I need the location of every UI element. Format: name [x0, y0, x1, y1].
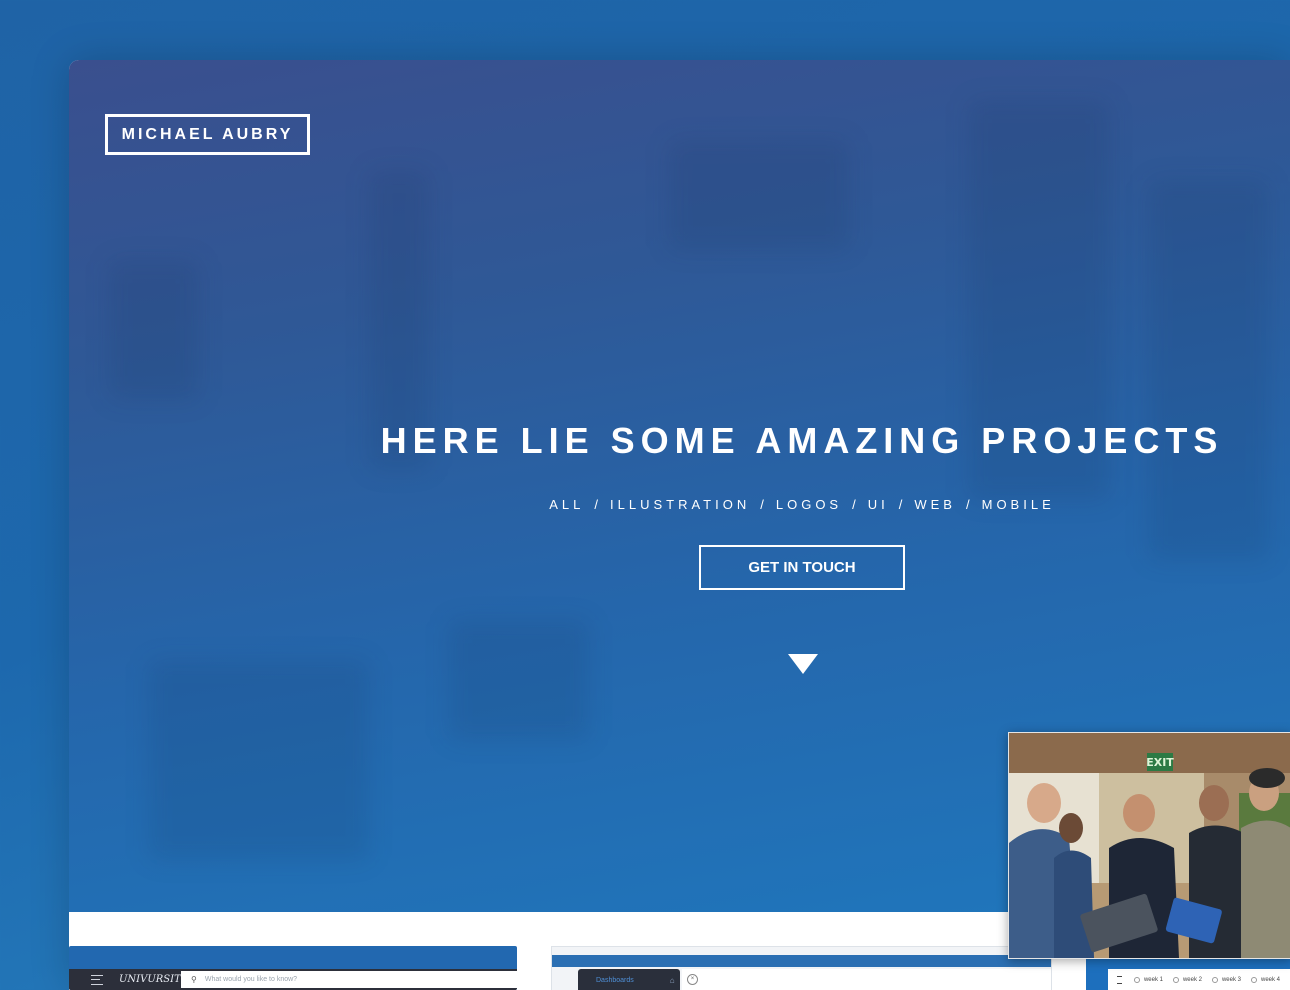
- filter-all[interactable]: ALL: [549, 497, 584, 512]
- background-shape: [149, 660, 369, 860]
- project-card-dashboard[interactable]: Dashboards ⌂ ×: [551, 946, 1052, 990]
- preview-top-band: [552, 955, 1051, 967]
- close-icon: ×: [687, 974, 698, 985]
- filter-separator: /: [965, 497, 974, 512]
- preview-sidebar-label: Dashboards: [596, 976, 634, 984]
- team-photo: EXIT: [1008, 732, 1290, 959]
- radio-icon: [1211, 976, 1218, 983]
- radio-icon: [1133, 976, 1140, 983]
- week-item: week 1: [1133, 976, 1163, 983]
- week-item: week 3: [1211, 976, 1241, 983]
- site-logo[interactable]: MICHAEL AUBRY: [105, 114, 310, 155]
- exit-sign-text: EXIT: [1146, 756, 1174, 769]
- preview-search-placeholder: What would you like to know?: [204, 976, 298, 983]
- filter-separator: /: [594, 497, 603, 512]
- background-shape: [109, 260, 199, 400]
- search-icon: ⚲: [191, 975, 197, 984]
- week-label: week 1: [1143, 976, 1163, 983]
- week-label: week 3: [1221, 976, 1241, 983]
- week-label: week 4: [1260, 976, 1280, 983]
- filter-illustration[interactable]: ILLUSTRATION: [610, 497, 750, 512]
- get-in-touch-label: GET IN TOUCH: [748, 559, 856, 576]
- hamburger-icon: [1117, 975, 1122, 984]
- week-label: week 2: [1182, 976, 1202, 983]
- team-photo-image: EXIT: [1009, 733, 1290, 958]
- background-shape: [669, 140, 849, 250]
- category-filter-nav: ALL / ILLUSTRATION / LOGOS / UI / WEB / …: [369, 497, 1235, 512]
- triangle-down-icon[interactable]: [788, 654, 818, 674]
- preview-brand: UNIVURSITY: [119, 974, 188, 985]
- page-headline: HERE LIE SOME AMAZING PROJECTS: [380, 420, 1224, 461]
- filter-separator: /: [852, 497, 860, 512]
- week-item: week 2: [1172, 976, 1202, 983]
- preview-app-bar: UNIVURSITY ⚲ What would you like to know…: [69, 969, 517, 990]
- hamburger-icon: [91, 974, 103, 985]
- project-card-schedule[interactable]: week 1 week 2 week 3 week 4: [1086, 957, 1290, 990]
- radio-icon: [1172, 976, 1179, 983]
- preview-sidebar: Dashboards ⌂: [578, 969, 680, 990]
- preview-search-bar: ⚲ What would you like to know?: [181, 971, 517, 988]
- preview-week-bar: week 1 week 2 week 3 week 4: [1108, 969, 1290, 990]
- filter-separator: /: [760, 497, 768, 512]
- home-icon: ⌂: [669, 975, 675, 985]
- filter-web[interactable]: WEB: [914, 497, 956, 512]
- filter-logos[interactable]: LOGOS: [776, 497, 842, 512]
- week-item: week 4: [1250, 976, 1280, 983]
- site-logo-text: MICHAEL AUBRY: [121, 125, 294, 143]
- get-in-touch-button[interactable]: GET IN TOUCH: [699, 545, 905, 590]
- project-card-univursity[interactable]: UNIVURSITY ⚲ What would you like to know…: [69, 946, 517, 990]
- filter-ui[interactable]: UI: [868, 497, 889, 512]
- filter-separator: /: [898, 497, 907, 512]
- background-shape: [449, 620, 589, 740]
- radio-icon: [1250, 976, 1257, 983]
- filter-mobile[interactable]: MOBILE: [982, 497, 1055, 512]
- preview-content: ×: [682, 969, 1051, 990]
